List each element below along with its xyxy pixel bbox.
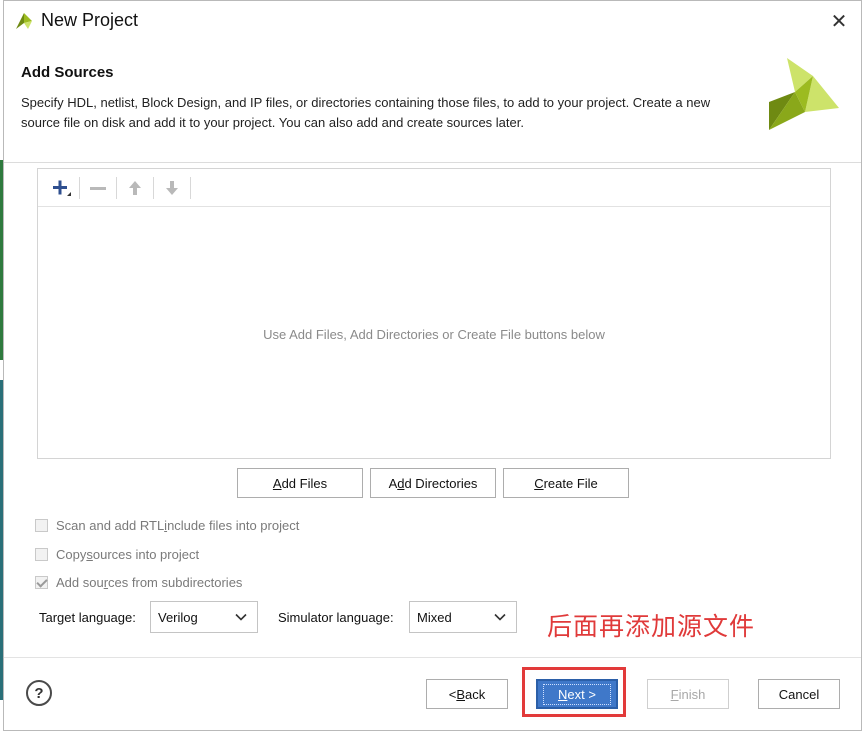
vivado-logo-icon [769,58,839,130]
vivado-app-icon [16,13,32,29]
button-label-mnemonic: d [397,475,405,491]
new-project-dialog: New Project ✕ Add Sources Specify HDL, n… [3,0,862,731]
chevron-down-icon [494,613,506,621]
button-label: A [388,475,398,491]
toolbar-separator [79,176,80,199]
move-down-button[interactable] [157,174,187,202]
help-button[interactable]: ? [26,680,52,706]
plus-icon [53,180,71,196]
annotation-text: 后面再添加源文件 [547,612,756,641]
button-label-mnemonic: B [456,686,466,702]
button-label: ack [465,686,486,702]
button-label: inish [678,686,706,702]
create-file-button[interactable]: Create File [503,468,629,498]
simulator-language-select[interactable]: Mixed [409,601,517,633]
arrow-up-icon [129,180,141,195]
button-label-mnemonic: C [534,475,544,491]
cancel-button[interactable]: Cancel [758,679,840,709]
page-description: Specify HDL, netlist, Block Design, and … [21,95,711,130]
page-header: Add Sources Specify HDL, netlist, Block … [4,42,861,163]
close-icon: ✕ [830,10,848,33]
add-directories-button[interactable]: Add Directories [370,468,496,498]
sources-panel: Use Add Files, Add Directories or Create… [37,168,831,459]
button-label: d Directories [404,475,478,491]
option-label: ources into project [92,547,200,562]
option-label: Scan and add RTL [56,518,165,533]
button-label: < [448,686,457,702]
empty-sources-message: Use Add Files, Add Directories or Create… [263,327,605,342]
option-label: ces from subdirectories [108,575,243,590]
chevron-down-icon [235,613,247,621]
target-language-select[interactable]: Verilog [150,601,258,633]
finish-button[interactable]: Finish [647,679,729,709]
scan-rtl-option[interactable]: Scan and add RTL i nclude files into proj… [35,518,299,533]
back-button[interactable]: < Back [426,679,508,709]
toolbar-separator [116,176,117,199]
option-label: nclude files into project [167,518,300,533]
target-language-value: Verilog [158,609,198,625]
footer-divider [4,657,861,658]
copy-sources-option[interactable]: Copy s ources into project [35,547,199,562]
button-label: reate File [543,475,598,491]
button-label: Cancel [778,686,820,702]
remove-source-button[interactable] [83,174,113,202]
add-files-button[interactable]: Add Files [237,468,363,498]
option-label: Copy [56,547,87,562]
toolbar-separator [153,176,154,199]
add-source-button[interactable] [46,174,76,202]
target-language-label: Target language: [39,610,136,625]
button-label-mnemonic: F [670,686,679,702]
scan-rtl-checkbox[interactable] [35,519,48,532]
minus-icon [90,186,106,190]
add-subdirectories-option[interactable]: Add sou r ces from subdirectories [35,575,242,590]
option-label: Add sou [56,575,104,590]
copy-sources-checkbox[interactable] [35,548,48,561]
button-label-mnemonic: A [272,475,282,491]
help-icon: ? [34,684,44,702]
sources-toolbar [38,169,830,207]
page-title: Add Sources [21,64,114,81]
simulator-language-value: Mixed [417,609,452,625]
move-up-button[interactable] [120,174,150,202]
window-title: New Project [41,10,139,30]
add-subdirectories-checkbox[interactable] [35,576,48,589]
close-button[interactable]: ✕ [825,7,853,35]
simulator-language-label: Simulator language: [278,610,394,625]
annotation-highlight-box [522,667,626,717]
title-bar: New Project ✕ [4,1,861,41]
arrow-down-icon [166,180,178,195]
button-label: dd Files [281,475,328,491]
toolbar-separator [190,176,191,199]
